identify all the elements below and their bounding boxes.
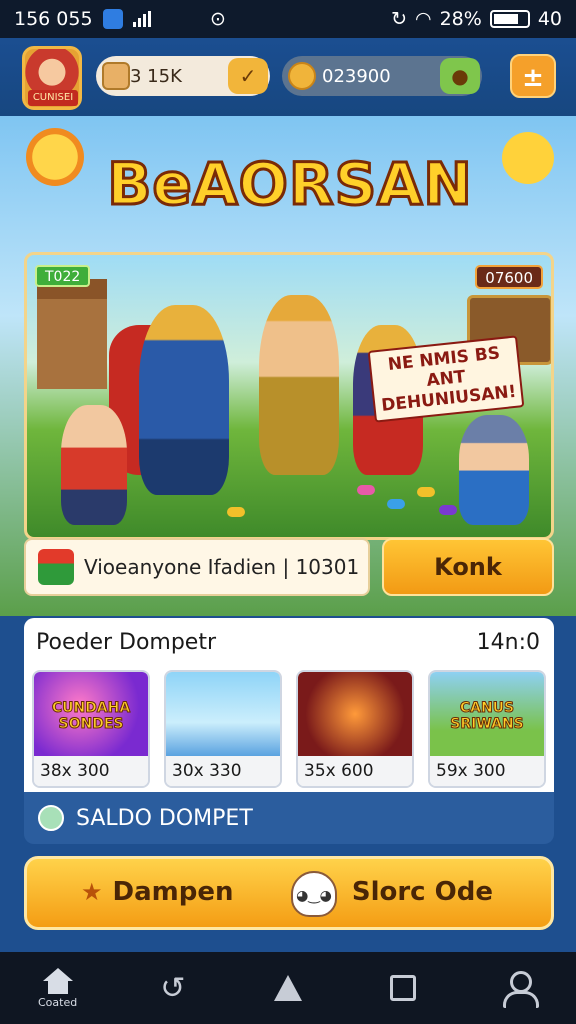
dampen-action[interactable]: ★ Dampen [81, 877, 234, 907]
konk-button[interactable]: Konk [382, 538, 554, 596]
currency-pill-2[interactable]: 023900 ● [282, 56, 482, 96]
gem-icon [439, 505, 457, 515]
game-card-multiplier: 59x 300 [430, 756, 544, 786]
signal-icon [132, 11, 151, 27]
hero-character-king [259, 295, 339, 475]
gem-icon [387, 499, 405, 509]
game-card[interactable]: 35x 600 [296, 670, 414, 788]
gem-icon [417, 487, 435, 497]
panel-title: Poeder Dompetr [36, 630, 217, 655]
game-card[interactable]: 30x 330 [164, 670, 282, 788]
slorc-ode-label[interactable]: Slorc Ode [352, 877, 493, 907]
game-card-art [298, 672, 412, 756]
currency-1-value: 3 15K [130, 65, 182, 87]
sync-icon: ↻ [391, 8, 407, 30]
notice-bar[interactable]: Vioeanyone Ifadien | 10301 [24, 538, 370, 596]
alarm-icon: ⊙ [210, 8, 226, 30]
ghost-mascot-icon: ◕‿◕ [291, 871, 337, 917]
game-card-title: CANUS SRIWANS [450, 700, 525, 733]
recents-icon [390, 975, 417, 1001]
currency-pill-1[interactable]: 3 15K ✓ [96, 56, 270, 96]
nav-recents[interactable] [346, 952, 461, 1024]
promo-text: NE NMIS BS ANT DEHUNIUSAN! [367, 335, 525, 423]
gem-icon [227, 507, 245, 517]
hero-banner[interactable]: T022 07600 NE NMIS BS ANT DEHUNIUSAN! [24, 252, 554, 540]
hero-character-kid [61, 405, 127, 525]
gem-icon [357, 485, 375, 495]
main-action-button[interactable]: ★ Dampen ◕‿◕ Slorc Ode [24, 856, 554, 930]
temple-illustration [37, 279, 107, 389]
wifi-icon: ◠ [414, 8, 432, 30]
gift-icon [38, 549, 74, 585]
game-card-multiplier: 38x 300 [34, 756, 148, 786]
wallet-icon [38, 805, 64, 831]
game-card-multiplier: 30x 330 [166, 756, 280, 786]
shop-icon[interactable]: ● [440, 58, 480, 94]
game-card-art [166, 672, 280, 756]
notification-icon [102, 9, 123, 29]
games-panel: Poeder Dompetr 14n:0 CUNDAHA SONDES 38x … [24, 618, 554, 792]
game-card-art: CUNDAHA SONDES [34, 672, 148, 756]
panel-count: 14n:0 [476, 630, 540, 655]
top-bar: CUNISEI 3 15K ✓ 023900 ● ± [0, 38, 576, 116]
home-icon [42, 967, 73, 994]
sun-mascot-icon [26, 128, 84, 186]
notice-text: Vioeanyone Ifadien | 10301 [84, 555, 360, 579]
smiley-mascot-icon [502, 132, 554, 184]
game-title: BeAORSAN [106, 149, 474, 220]
game-card-art: CANUS SRIWANS [430, 672, 544, 756]
hero-character-knight [139, 305, 229, 495]
nav-home-label: Coated [37, 995, 78, 1009]
game-card[interactable]: CUNDAHA SONDES 38x 300 [32, 670, 150, 788]
currency-2-value: 023900 [322, 65, 391, 87]
battery-icon [489, 10, 530, 28]
star-icon: ★ [81, 878, 103, 906]
back-icon: ↺ [160, 970, 186, 1006]
profile-icon [501, 971, 540, 1008]
saldo-bar[interactable]: SALDO DOMPET [24, 792, 554, 844]
dampen-label: Dampen [112, 877, 234, 907]
nav-back[interactable]: ↺ [115, 952, 230, 1024]
status-bar: 156 055 ⊙ ↻ ◠ 28% 40 [0, 0, 576, 38]
hero-character-viking [459, 415, 529, 525]
add-button[interactable]: ± [510, 54, 556, 98]
nav-home-button[interactable] [230, 952, 345, 1024]
banner-tag-left: T022 [35, 265, 91, 287]
status-time: 156 055 [14, 8, 93, 30]
nav-profile[interactable] [461, 952, 576, 1024]
nav-home[interactable]: Coated [0, 952, 115, 1024]
check-icon[interactable]: ✓ [228, 58, 268, 94]
avatar-label: CUNISEI [28, 90, 78, 106]
game-card-multiplier: 35x 600 [298, 756, 412, 786]
coin-icon [288, 62, 316, 90]
battery-percent: 28% [439, 8, 482, 30]
game-card[interactable]: CANUS SRIWANS 59x 300 [428, 670, 546, 788]
ticket-icon [102, 62, 130, 90]
banner-tag-right: 07600 [475, 265, 543, 289]
saldo-label: SALDO DOMPET [76, 805, 253, 831]
game-card-title: CUNDAHA SONDES [51, 700, 131, 733]
status-extra: 40 [537, 8, 562, 30]
home-triangle-icon [274, 975, 302, 1001]
bottom-nav: Coated ↺ [0, 952, 576, 1024]
